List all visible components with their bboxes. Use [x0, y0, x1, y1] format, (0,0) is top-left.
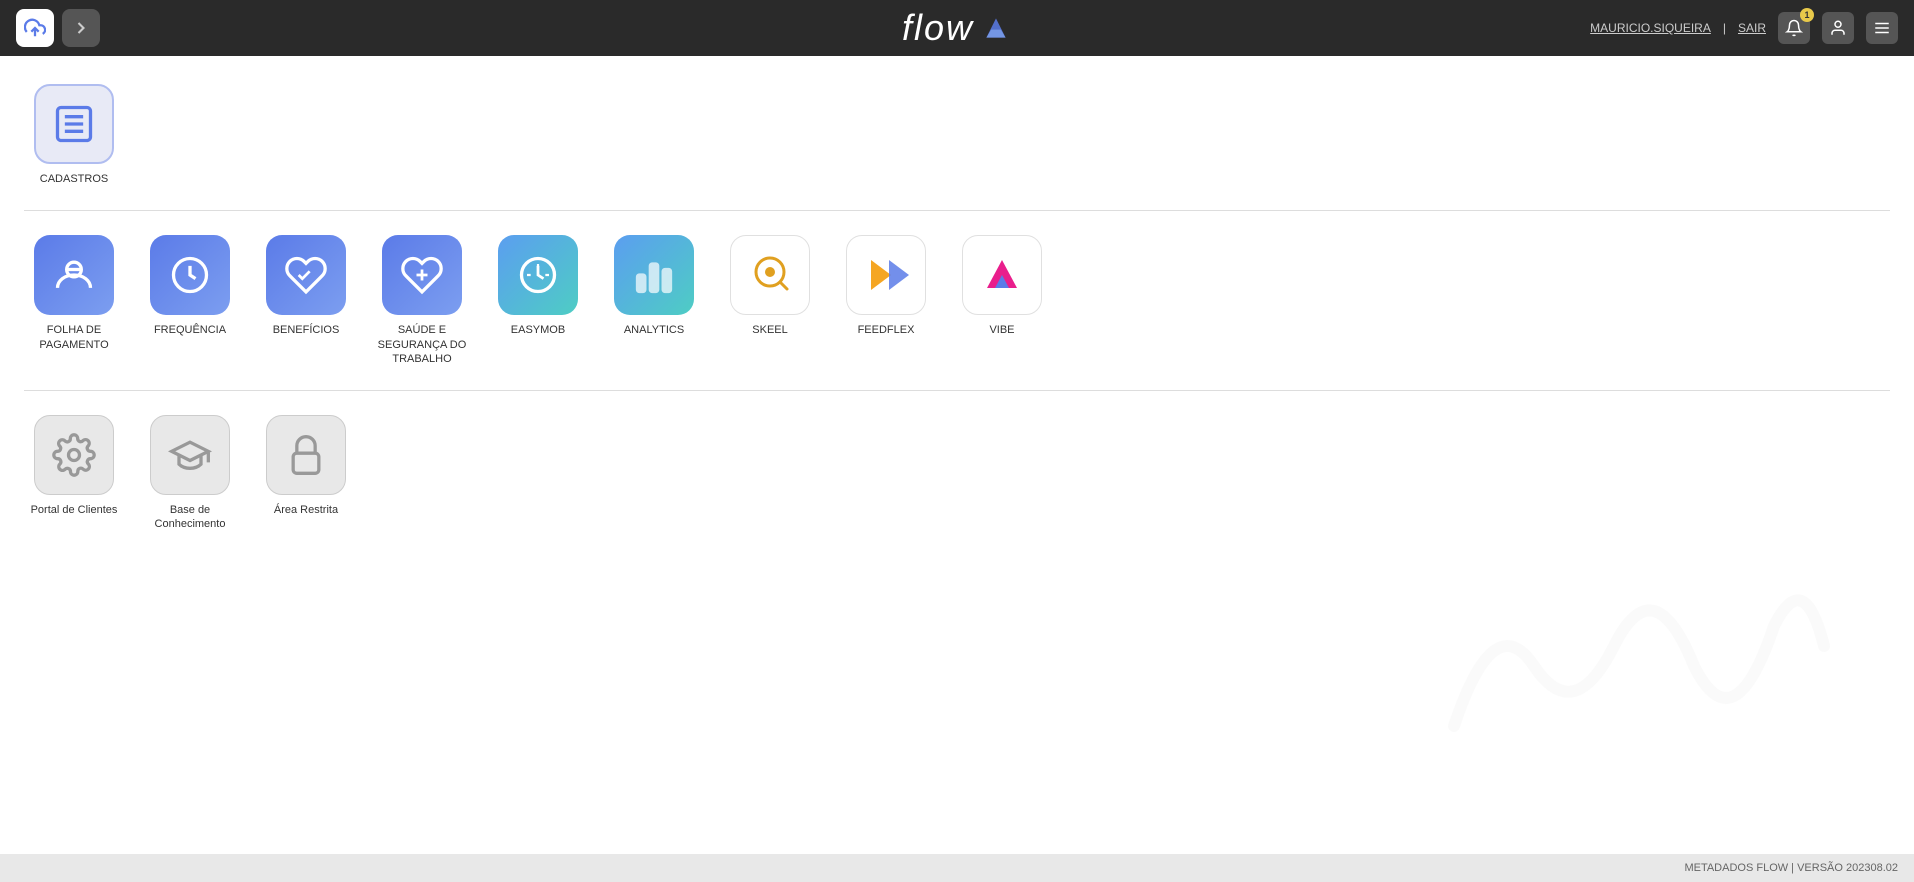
heart-icon — [284, 253, 328, 297]
others-section: Portal de Clientes Base deConhecimento — [24, 407, 1890, 540]
gear-icon — [52, 433, 96, 477]
app-easymob[interactable]: EASYMOB — [488, 235, 588, 366]
menu-icon — [1873, 19, 1891, 37]
skeel-logo-icon — [745, 250, 795, 300]
cadastros-icon — [34, 84, 114, 164]
frequencia-icon-bg — [150, 235, 230, 315]
user-link[interactable]: MAURICIO.SIQUEIRA — [1590, 21, 1711, 35]
clock-icon — [168, 253, 212, 297]
main-content: CADASTROS FOLHA DEPAGAMENTO — [0, 56, 1914, 854]
arrow-button[interactable] — [62, 9, 100, 47]
sair-link[interactable]: SAIR — [1738, 21, 1766, 35]
watermark — [1434, 566, 1834, 794]
saude-label: SAÚDE ESEGURANÇA DOTRABALHO — [378, 323, 467, 366]
frequencia-label: FREQUÊNCIA — [154, 323, 226, 337]
list-icon — [52, 102, 96, 146]
app-beneficios[interactable]: BENEFÍCIOS — [256, 235, 356, 366]
others-grid: Portal de Clientes Base deConhecimento — [24, 407, 1890, 540]
folha-icon-bg — [34, 235, 114, 315]
app-feedflex[interactable]: FEEDFLEX — [836, 235, 936, 366]
apps-grid: FOLHA DEPAGAMENTO FREQUÊNCIA — [24, 227, 1890, 374]
cadastros-label: CADASTROS — [40, 172, 108, 186]
vibe-icon-bg — [962, 235, 1042, 315]
divider-2 — [24, 390, 1890, 391]
vibe-logo-icon — [977, 250, 1027, 300]
header: flow MAURICIO.SIQUEIRA | SAIR 1 — [0, 0, 1914, 56]
folha-label: FOLHA DEPAGAMENTO — [39, 323, 108, 352]
notification-button[interactable]: 1 — [1778, 12, 1810, 44]
money-hand-icon — [52, 253, 96, 297]
app-saude[interactable]: SAÚDE ESEGURANÇA DOTRABALHO — [372, 235, 472, 366]
header-left — [16, 9, 100, 47]
cadastros-section: CADASTROS — [24, 76, 1890, 194]
header-right: MAURICIO.SIQUEIRA | SAIR 1 — [1590, 12, 1898, 44]
analytics-label: ANALYTICS — [624, 323, 684, 337]
apps-section: FOLHA DEPAGAMENTO FREQUÊNCIA — [24, 227, 1890, 374]
separator: | — [1723, 21, 1726, 35]
app-restrita[interactable]: Área Restrita — [256, 415, 356, 532]
analytics-icon-bg — [614, 235, 694, 315]
app-folha[interactable]: FOLHA DEPAGAMENTO — [24, 235, 124, 366]
speed-icon — [516, 253, 560, 297]
bar-chart-icon — [632, 253, 676, 297]
feedflex-label: FEEDFLEX — [858, 323, 915, 337]
logo-text: flow — [902, 7, 974, 49]
easymob-icon-bg — [498, 235, 578, 315]
lock-icon — [284, 433, 328, 477]
app-frequencia[interactable]: FREQUÊNCIA — [140, 235, 240, 366]
restrita-label: Área Restrita — [274, 503, 338, 517]
beneficios-label: BENEFÍCIOS — [273, 323, 340, 337]
logo-icon — [980, 12, 1012, 44]
app-analytics[interactable]: ANALYTICS — [604, 235, 704, 366]
app-vibe[interactable]: VIBE — [952, 235, 1052, 366]
upload-button[interactable] — [16, 9, 54, 47]
bell-icon — [1785, 19, 1803, 37]
footer-text: METADADOS FLOW | VERSÃO 202308.02 — [1684, 862, 1898, 874]
app-base[interactable]: Base deConhecimento — [140, 415, 240, 532]
portal-icon-bg — [34, 415, 114, 495]
cadastros-item[interactable]: CADASTROS — [24, 84, 124, 186]
vibe-label: VIBE — [989, 323, 1014, 337]
portal-label: Portal de Clientes — [31, 503, 118, 517]
app-skeel[interactable]: SKEEL — [720, 235, 820, 366]
app-portal[interactable]: Portal de Clientes — [24, 415, 124, 532]
skeel-icon-bg — [730, 235, 810, 315]
arrow-icon — [71, 18, 91, 38]
base-icon-bg — [150, 415, 230, 495]
divider-1 — [24, 210, 1890, 211]
base-label: Base deConhecimento — [155, 503, 226, 532]
user-icon — [1829, 19, 1847, 37]
health-icon — [400, 253, 444, 297]
feedflex-logo-icon — [861, 250, 911, 300]
restrita-icon-bg — [266, 415, 346, 495]
cadastros-grid: CADASTROS — [24, 76, 1890, 194]
skeel-label: SKEEL — [752, 323, 787, 337]
beneficios-icon-bg — [266, 235, 346, 315]
menu-button[interactable] — [1866, 12, 1898, 44]
notification-badge: 1 — [1800, 8, 1814, 22]
header-center: flow — [902, 7, 1012, 49]
easymob-label: EASYMOB — [511, 323, 565, 337]
saude-icon-bg — [382, 235, 462, 315]
upload-icon — [24, 17, 46, 39]
graduation-icon — [168, 433, 212, 477]
feedflex-icon-bg — [846, 235, 926, 315]
profile-button[interactable] — [1822, 12, 1854, 44]
footer: METADADOS FLOW | VERSÃO 202308.02 — [0, 854, 1914, 882]
